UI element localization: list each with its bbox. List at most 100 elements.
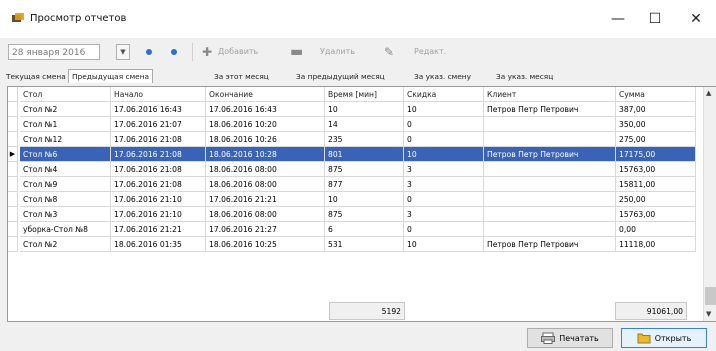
table-cell[interactable]: Петров Петр Петрович <box>484 147 616 162</box>
tab-selected-shift[interactable]: За указ. смену <box>414 70 471 83</box>
table-cell[interactable]: 3 <box>404 162 484 177</box>
table-cell[interactable]: 0 <box>404 117 484 132</box>
table-cell[interactable]: 875 <box>325 162 404 177</box>
scroll-down-icon[interactable]: ▼ <box>706 310 711 318</box>
add-button[interactable]: Добавить <box>218 47 258 56</box>
table-cell[interactable]: 17.06.2016 21:08 <box>111 147 206 162</box>
table-cell[interactable] <box>484 207 616 222</box>
current-row-indicator-icon[interactable]: ▶ <box>8 147 18 162</box>
row-selector[interactable] <box>8 102 18 117</box>
close-button[interactable]: ✕ <box>681 8 711 30</box>
maximize-button[interactable]: ☐ <box>640 8 670 30</box>
table-cell[interactable] <box>484 162 616 177</box>
table-cell[interactable]: Стол №3 <box>20 207 111 222</box>
table-cell[interactable]: Стол №6 <box>20 147 111 162</box>
table-cell[interactable]: Стол №12 <box>20 132 111 147</box>
table-cell[interactable]: 0 <box>404 192 484 207</box>
add-icon[interactable]: ✚ <box>202 44 212 60</box>
table-cell[interactable]: 10 <box>404 237 484 252</box>
tab-current-shift[interactable]: Текущая смена <box>6 70 66 83</box>
column-header[interactable]: Стол <box>20 87 111 102</box>
reports-table[interactable]: ▲ ▼ Стол Начало Окончание Время [мин] Скидка… <box>7 86 716 322</box>
table-cell[interactable]: 17.06.2016 16:43 <box>111 102 206 117</box>
edit-icon[interactable]: ✎ <box>384 44 394 60</box>
tab-selected-month[interactable]: За указ. месяц <box>496 70 553 83</box>
table-cell[interactable]: 3 <box>404 207 484 222</box>
prev-date-icon[interactable] <box>146 49 152 55</box>
table-cell[interactable]: Стол №9 <box>20 177 111 192</box>
tab-this-month[interactable]: За этот месяц <box>214 70 269 83</box>
date-dropdown-button[interactable]: ▼ <box>116 44 130 60</box>
table-cell[interactable] <box>484 222 616 237</box>
table-cell[interactable]: 10 <box>404 102 484 117</box>
table-cell[interactable]: 18.06.2016 08:00 <box>206 177 325 192</box>
edit-button[interactable]: Редакт. <box>414 47 446 56</box>
table-cell[interactable]: 0,00 <box>616 222 696 237</box>
table-cell[interactable]: 14 <box>325 117 404 132</box>
table-cell[interactable] <box>484 177 616 192</box>
table-cell[interactable]: 17.06.2016 21:07 <box>111 117 206 132</box>
column-header[interactable]: Начало <box>111 87 206 102</box>
delete-icon[interactable]: ▬ <box>290 44 303 60</box>
table-cell[interactable]: 10 <box>325 102 404 117</box>
table-cell[interactable]: 6 <box>325 222 404 237</box>
table-cell[interactable]: 18.06.2016 08:00 <box>206 207 325 222</box>
row-selector[interactable] <box>8 132 18 147</box>
table-cell[interactable]: 17.06.2016 21:08 <box>111 162 206 177</box>
column-header[interactable]: Сумма <box>616 87 696 102</box>
table-cell[interactable]: 0 <box>404 222 484 237</box>
table-cell[interactable]: 235 <box>325 132 404 147</box>
column-header[interactable]: Скидка <box>404 87 484 102</box>
title-bar[interactable]: Просмотр отчетов — ☐ ✕ <box>0 0 716 38</box>
table-cell[interactable] <box>484 132 616 147</box>
table-cell[interactable]: 10 <box>325 192 404 207</box>
table-cell[interactable]: Стол №4 <box>20 162 111 177</box>
column-header[interactable]: Клиент <box>484 87 616 102</box>
row-selector[interactable] <box>8 162 18 177</box>
table-cell[interactable]: 801 <box>325 147 404 162</box>
row-selector[interactable] <box>8 207 18 222</box>
table-cell[interactable]: 18.06.2016 10:26 <box>206 132 325 147</box>
table-cell[interactable]: 250,00 <box>616 192 696 207</box>
table-cell[interactable]: 11118,00 <box>616 237 696 252</box>
table-cell[interactable]: 17175,00 <box>616 147 696 162</box>
scroll-up-icon[interactable]: ▲ <box>706 89 711 97</box>
row-selector[interactable] <box>8 117 18 132</box>
table-cell[interactable]: 531 <box>325 237 404 252</box>
table-cell[interactable]: 10 <box>404 147 484 162</box>
table-cell[interactable]: 3 <box>404 177 484 192</box>
table-cell[interactable]: 18.06.2016 10:28 <box>206 147 325 162</box>
table-cell[interactable]: 17.06.2016 21:08 <box>111 132 206 147</box>
date-picker-field[interactable]: 28 января 2016 <box>8 44 100 60</box>
row-selector[interactable] <box>8 177 18 192</box>
table-cell[interactable]: 877 <box>325 177 404 192</box>
print-button[interactable]: Печатать <box>527 328 613 348</box>
row-selector[interactable] <box>8 192 18 207</box>
table-cell[interactable]: 15811,00 <box>616 177 696 192</box>
table-cell[interactable]: Стол №8 <box>20 192 111 207</box>
open-button[interactable]: Открыть <box>621 328 707 348</box>
minimize-button[interactable]: — <box>603 8 633 30</box>
table-cell[interactable]: 17.06.2016 21:10 <box>111 207 206 222</box>
table-cell[interactable]: 350,00 <box>616 117 696 132</box>
table-cell[interactable]: 17.06.2016 16:43 <box>206 102 325 117</box>
table-cell[interactable]: 15763,00 <box>616 207 696 222</box>
table-cell[interactable]: 15763,00 <box>616 162 696 177</box>
table-cell[interactable] <box>484 192 616 207</box>
column-header[interactable]: Время [мин] <box>325 87 404 102</box>
tab-previous-month[interactable]: За предыдущий месяц <box>296 70 385 83</box>
table-cell[interactable]: Стол №2 <box>20 237 111 252</box>
table-cell[interactable]: 387,00 <box>616 102 696 117</box>
table-cell[interactable] <box>484 117 616 132</box>
table-cell[interactable]: 18.06.2016 08:00 <box>206 162 325 177</box>
table-cell[interactable]: уборка-Стол №8 <box>20 222 111 237</box>
table-cell[interactable]: Петров Петр Петрович <box>484 102 616 117</box>
table-cell[interactable]: 17.06.2016 21:27 <box>206 222 325 237</box>
row-selector[interactable] <box>8 222 18 237</box>
table-cell[interactable]: 275,00 <box>616 132 696 147</box>
tab-previous-shift[interactable]: Предыдущая смена <box>68 69 154 83</box>
vertical-scrollbar[interactable]: ▲ ▼ <box>703 87 716 321</box>
table-cell[interactable]: 17.06.2016 21:08 <box>111 177 206 192</box>
table-cell[interactable]: 18.06.2016 01:35 <box>111 237 206 252</box>
next-date-icon[interactable] <box>171 49 177 55</box>
